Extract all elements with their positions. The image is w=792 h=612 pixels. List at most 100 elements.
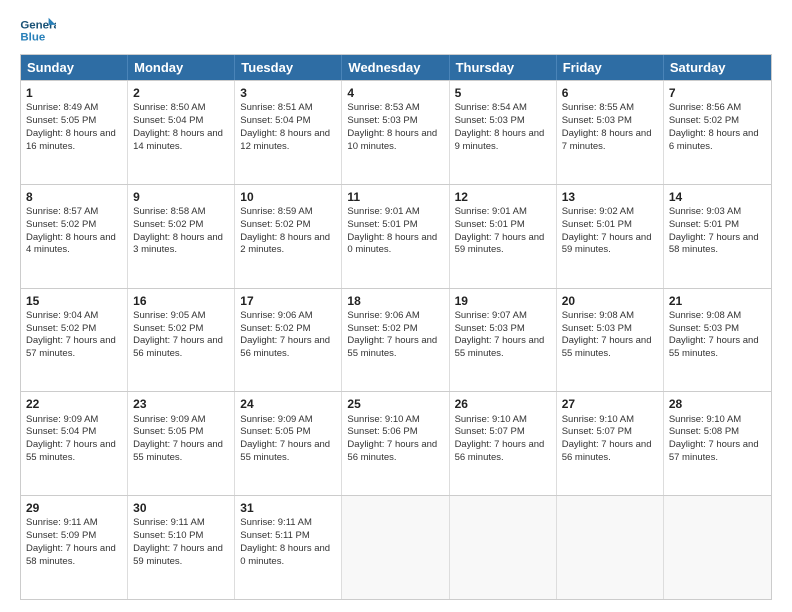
daylight-text: Daylight: 7 hours and 55 minutes. xyxy=(26,439,116,463)
daylight-text: Daylight: 8 hours and 12 minutes. xyxy=(240,128,330,152)
day-number: 25 xyxy=(347,396,443,412)
sunset-text: Sunset: 5:04 PM xyxy=(240,115,310,126)
sunrise-text: Sunrise: 8:53 AM xyxy=(347,102,419,113)
day-number: 10 xyxy=(240,189,336,205)
sunrise-text: Sunrise: 9:01 AM xyxy=(455,206,527,217)
sunset-text: Sunset: 5:02 PM xyxy=(133,323,203,334)
day-cell-17: 17Sunrise: 9:06 AMSunset: 5:02 PMDayligh… xyxy=(235,289,342,392)
day-header-thursday: Thursday xyxy=(450,55,557,80)
day-header-sunday: Sunday xyxy=(21,55,128,80)
sunrise-text: Sunrise: 9:04 AM xyxy=(26,310,98,321)
daylight-text: Daylight: 8 hours and 7 minutes. xyxy=(562,128,652,152)
sunrise-text: Sunrise: 9:08 AM xyxy=(669,310,741,321)
day-header-monday: Monday xyxy=(128,55,235,80)
sunset-text: Sunset: 5:03 PM xyxy=(562,323,632,334)
calendar: SundayMondayTuesdayWednesdayThursdayFrid… xyxy=(20,54,772,600)
calendar-week-5: 29Sunrise: 9:11 AMSunset: 5:09 PMDayligh… xyxy=(21,495,771,599)
sunrise-text: Sunrise: 9:10 AM xyxy=(562,414,634,425)
sunrise-text: Sunrise: 9:11 AM xyxy=(26,517,98,528)
day-cell-19: 19Sunrise: 9:07 AMSunset: 5:03 PMDayligh… xyxy=(450,289,557,392)
day-cell-11: 11Sunrise: 9:01 AMSunset: 5:01 PMDayligh… xyxy=(342,185,449,288)
daylight-text: Daylight: 7 hours and 55 minutes. xyxy=(347,335,437,359)
day-number: 28 xyxy=(669,396,766,412)
daylight-text: Daylight: 7 hours and 56 minutes. xyxy=(455,439,545,463)
day-cell-31: 31Sunrise: 9:11 AMSunset: 5:11 PMDayligh… xyxy=(235,496,342,599)
day-number: 5 xyxy=(455,85,551,101)
daylight-text: Daylight: 8 hours and 14 minutes. xyxy=(133,128,223,152)
sunrise-text: Sunrise: 9:09 AM xyxy=(26,414,98,425)
empty-cell xyxy=(450,496,557,599)
day-cell-15: 15Sunrise: 9:04 AMSunset: 5:02 PMDayligh… xyxy=(21,289,128,392)
sunset-text: Sunset: 5:01 PM xyxy=(455,219,525,230)
calendar-body: 1Sunrise: 8:49 AMSunset: 5:05 PMDaylight… xyxy=(21,80,771,599)
sunrise-text: Sunrise: 9:06 AM xyxy=(240,310,312,321)
day-cell-30: 30Sunrise: 9:11 AMSunset: 5:10 PMDayligh… xyxy=(128,496,235,599)
daylight-text: Daylight: 7 hours and 56 minutes. xyxy=(133,335,223,359)
sunrise-text: Sunrise: 9:09 AM xyxy=(240,414,312,425)
day-number: 4 xyxy=(347,85,443,101)
sunset-text: Sunset: 5:07 PM xyxy=(562,426,632,437)
sunset-text: Sunset: 5:03 PM xyxy=(669,323,739,334)
day-number: 19 xyxy=(455,293,551,309)
daylight-text: Daylight: 7 hours and 57 minutes. xyxy=(26,335,116,359)
sunset-text: Sunset: 5:02 PM xyxy=(240,219,310,230)
day-number: 18 xyxy=(347,293,443,309)
day-cell-27: 27Sunrise: 9:10 AMSunset: 5:07 PMDayligh… xyxy=(557,392,664,495)
day-number: 24 xyxy=(240,396,336,412)
sunrise-text: Sunrise: 9:10 AM xyxy=(347,414,419,425)
day-cell-4: 4Sunrise: 8:53 AMSunset: 5:03 PMDaylight… xyxy=(342,81,449,184)
sunset-text: Sunset: 5:04 PM xyxy=(26,426,96,437)
day-number: 20 xyxy=(562,293,658,309)
day-cell-9: 9Sunrise: 8:58 AMSunset: 5:02 PMDaylight… xyxy=(128,185,235,288)
day-cell-16: 16Sunrise: 9:05 AMSunset: 5:02 PMDayligh… xyxy=(128,289,235,392)
daylight-text: Daylight: 8 hours and 9 minutes. xyxy=(455,128,545,152)
calendar-header: SundayMondayTuesdayWednesdayThursdayFrid… xyxy=(21,55,771,80)
sunrise-text: Sunrise: 9:02 AM xyxy=(562,206,634,217)
day-number: 26 xyxy=(455,396,551,412)
day-cell-3: 3Sunrise: 8:51 AMSunset: 5:04 PMDaylight… xyxy=(235,81,342,184)
sunrise-text: Sunrise: 9:06 AM xyxy=(347,310,419,321)
daylight-text: Daylight: 8 hours and 0 minutes. xyxy=(347,232,437,256)
daylight-text: Daylight: 7 hours and 55 minutes. xyxy=(133,439,223,463)
day-cell-29: 29Sunrise: 9:11 AMSunset: 5:09 PMDayligh… xyxy=(21,496,128,599)
sunset-text: Sunset: 5:07 PM xyxy=(455,426,525,437)
sunset-text: Sunset: 5:01 PM xyxy=(669,219,739,230)
daylight-text: Daylight: 7 hours and 55 minutes. xyxy=(455,335,545,359)
day-header-tuesday: Tuesday xyxy=(235,55,342,80)
calendar-week-1: 1Sunrise: 8:49 AMSunset: 5:05 PMDaylight… xyxy=(21,80,771,184)
sunset-text: Sunset: 5:03 PM xyxy=(562,115,632,126)
sunrise-text: Sunrise: 9:11 AM xyxy=(133,517,205,528)
daylight-text: Daylight: 8 hours and 2 minutes. xyxy=(240,232,330,256)
day-number: 17 xyxy=(240,293,336,309)
sunrise-text: Sunrise: 9:07 AM xyxy=(455,310,527,321)
sunset-text: Sunset: 5:04 PM xyxy=(133,115,203,126)
day-cell-12: 12Sunrise: 9:01 AMSunset: 5:01 PMDayligh… xyxy=(450,185,557,288)
day-header-saturday: Saturday xyxy=(664,55,771,80)
sunset-text: Sunset: 5:05 PM xyxy=(133,426,203,437)
day-number: 1 xyxy=(26,85,122,101)
daylight-text: Daylight: 7 hours and 58 minutes. xyxy=(669,232,759,256)
day-header-wednesday: Wednesday xyxy=(342,55,449,80)
day-number: 8 xyxy=(26,189,122,205)
day-cell-6: 6Sunrise: 8:55 AMSunset: 5:03 PMDaylight… xyxy=(557,81,664,184)
sunrise-text: Sunrise: 9:01 AM xyxy=(347,206,419,217)
day-number: 3 xyxy=(240,85,336,101)
daylight-text: Daylight: 7 hours and 57 minutes. xyxy=(669,439,759,463)
day-cell-26: 26Sunrise: 9:10 AMSunset: 5:07 PMDayligh… xyxy=(450,392,557,495)
day-number: 22 xyxy=(26,396,122,412)
daylight-text: Daylight: 7 hours and 58 minutes. xyxy=(26,543,116,567)
day-cell-13: 13Sunrise: 9:02 AMSunset: 5:01 PMDayligh… xyxy=(557,185,664,288)
calendar-week-2: 8Sunrise: 8:57 AMSunset: 5:02 PMDaylight… xyxy=(21,184,771,288)
sunrise-text: Sunrise: 8:58 AM xyxy=(133,206,205,217)
day-number: 11 xyxy=(347,189,443,205)
empty-cell xyxy=(557,496,664,599)
daylight-text: Daylight: 8 hours and 4 minutes. xyxy=(26,232,116,256)
day-number: 21 xyxy=(669,293,766,309)
daylight-text: Daylight: 7 hours and 59 minutes. xyxy=(455,232,545,256)
sunset-text: Sunset: 5:06 PM xyxy=(347,426,417,437)
day-number: 29 xyxy=(26,500,122,516)
daylight-text: Daylight: 7 hours and 56 minutes. xyxy=(347,439,437,463)
sunrise-text: Sunrise: 8:56 AM xyxy=(669,102,741,113)
daylight-text: Daylight: 7 hours and 56 minutes. xyxy=(240,335,330,359)
daylight-text: Daylight: 8 hours and 0 minutes. xyxy=(240,543,330,567)
